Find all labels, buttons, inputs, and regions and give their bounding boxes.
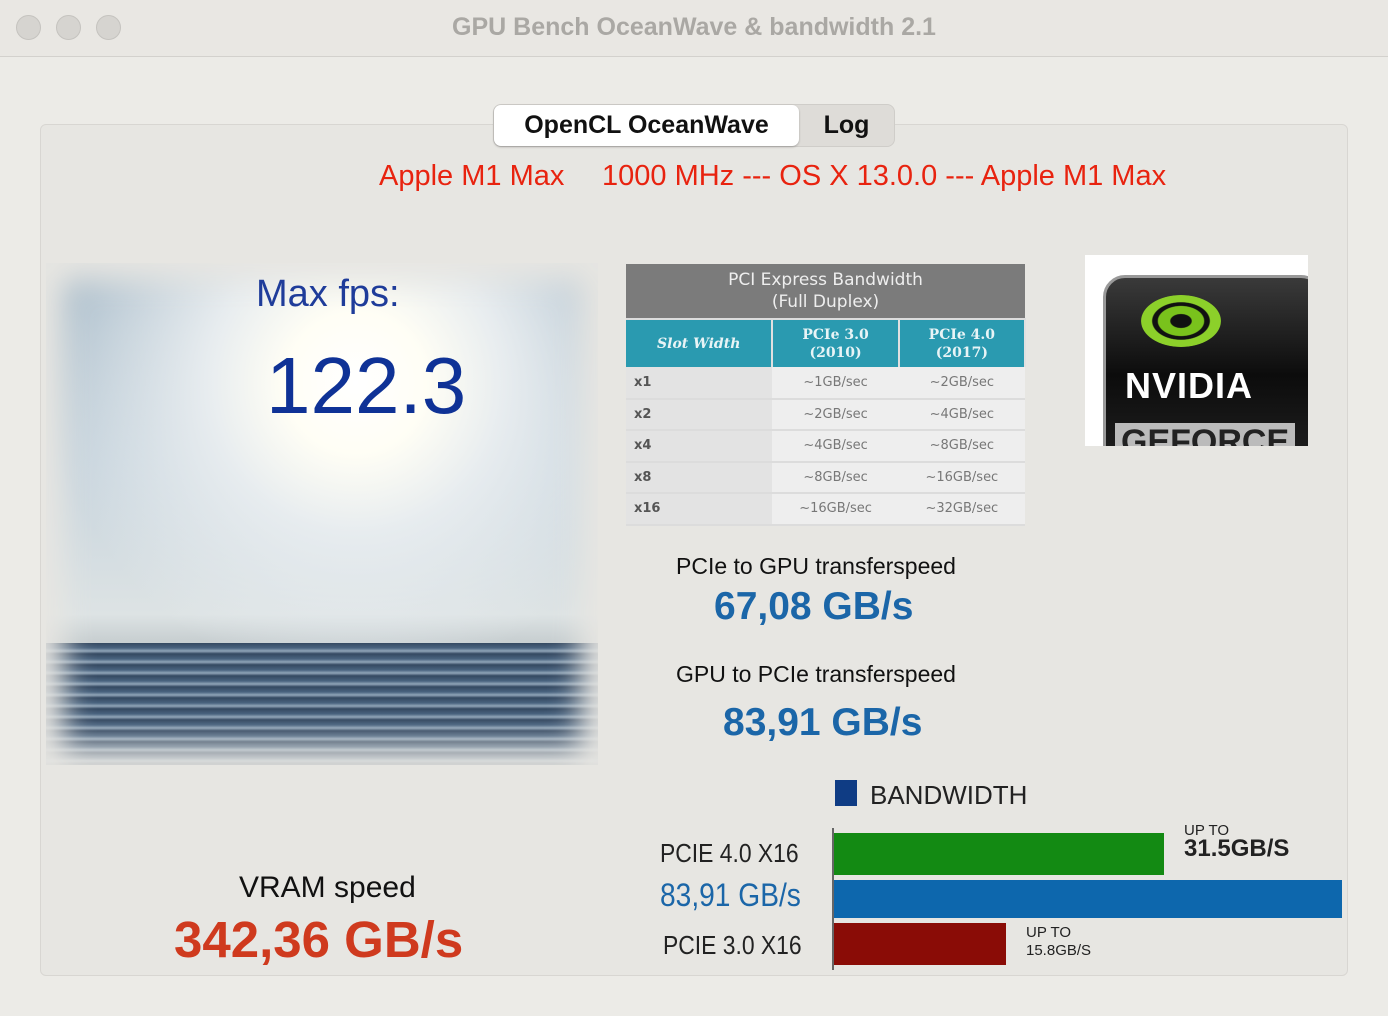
gpu-to-pcie-label: GPU to PCIe transferspeed — [676, 661, 956, 687]
table-cell: ~2GB/sec — [898, 367, 1025, 400]
table-cell: x8 — [626, 461, 773, 494]
header-text: PCIe 3.0 — [802, 326, 869, 343]
bar-annotation: UP TO 15.8GB/S — [1026, 924, 1091, 960]
system-details: 1000 MHz --- OS X 13.0.0 --- Apple M1 Ma… — [602, 160, 1167, 192]
table-title: PCI Express Bandwidth (Full Duplex) — [626, 264, 1025, 320]
table-cell: ~4GB/sec — [898, 398, 1025, 431]
table-title-line2: (Full Duplex) — [771, 292, 880, 312]
table-cell: ~2GB/sec — [772, 398, 899, 431]
table-cell: ~8GB/sec — [772, 461, 899, 494]
table-row: x4 ~4GB/sec ~8GB/sec — [626, 430, 1025, 463]
table-row: x8 ~8GB/sec ~16GB/sec — [626, 461, 1025, 494]
vram-speed-label: VRAM speed — [239, 871, 416, 904]
table-cell: x16 — [626, 493, 773, 526]
table-title-line1: PCI Express Bandwidth — [728, 270, 923, 290]
pcie-to-gpu-label: PCIe to GPU transferspeed — [676, 553, 956, 579]
bar-label: PCIE 3.0 X16 — [663, 930, 802, 960]
header-text: Slot Width — [657, 335, 741, 352]
table-cell: ~4GB/sec — [772, 430, 899, 463]
window-title: GPU Bench OceanWave & bandwidth 2.1 — [452, 13, 936, 41]
gpu-name: Apple M1 Max — [379, 160, 565, 192]
max-fps-label: Max fps: — [256, 273, 400, 315]
annotation-value: 15.8GB/S — [1026, 942, 1092, 959]
nvidia-eye-icon — [1141, 295, 1221, 347]
column-header: PCIe 4.0 (2017) — [898, 319, 1027, 367]
tab-opencl-oceanwave[interactable]: OpenCL OceanWave — [494, 105, 799, 146]
bandwidth-bar — [834, 923, 1006, 965]
vram-speed-value: 342,36 GB/s — [174, 911, 464, 968]
table-cell: ~1GB/sec — [772, 367, 899, 400]
max-fps-value: 122.3 — [266, 341, 467, 430]
tab-log[interactable]: Log — [799, 105, 894, 146]
table-row: x1 ~1GB/sec ~2GB/sec — [626, 367, 1025, 400]
header-text: PCIe 4.0 — [928, 326, 996, 343]
title-bar: GPU Bench OceanWave & bandwidth 2.1 — [0, 0, 1388, 57]
table-cell: x1 — [626, 367, 773, 400]
table-cell: ~16GB/sec — [898, 461, 1025, 494]
annotation-top: UP TO — [1026, 924, 1072, 941]
pcie-to-gpu-value: 67,08 GB/s — [714, 585, 914, 628]
nvidia-geforce-logo: NVIDIA GEFORCE — [1085, 255, 1308, 446]
table-row: x16 ~16GB/sec ~32GB/sec — [626, 493, 1025, 526]
column-header: PCIe 3.0 (2010) — [772, 319, 900, 367]
bar-label: 83,91 GB/s — [660, 877, 801, 913]
table-cell: x2 — [626, 398, 773, 431]
table-cell: ~16GB/sec — [772, 493, 899, 526]
bandwidth-bar — [834, 833, 1164, 875]
gpu-to-pcie-value: 83,91 GB/s — [723, 701, 923, 744]
bar-annotation: UP TO 31.5GB/S — [1184, 822, 1289, 861]
legend-label: BANDWIDTH — [870, 780, 1028, 810]
annotation-value: 31.5GB/S — [1184, 835, 1290, 862]
header-year: (2010) — [809, 344, 862, 361]
pci-bandwidth-table: PCI Express Bandwidth (Full Duplex) Slot … — [626, 264, 1027, 526]
bandwidth-bar — [834, 880, 1342, 918]
legend-swatch — [835, 780, 857, 806]
table-cell: x4 — [626, 430, 773, 463]
column-header: Slot Width — [626, 319, 774, 367]
bar-label: PCIE 4.0 X16 — [660, 838, 799, 868]
logo-brand: NVIDIA — [1125, 365, 1254, 406]
table-cell: ~32GB/sec — [898, 493, 1025, 526]
ocean-render-image — [46, 263, 598, 765]
table-row: x2 ~2GB/sec ~4GB/sec — [626, 398, 1025, 431]
tab-bar: OpenCL OceanWave Log — [493, 104, 895, 147]
table-cell: ~8GB/sec — [898, 430, 1025, 463]
logo-sub: GEFORCE — [1115, 423, 1296, 446]
header-year: (2017) — [935, 344, 988, 361]
